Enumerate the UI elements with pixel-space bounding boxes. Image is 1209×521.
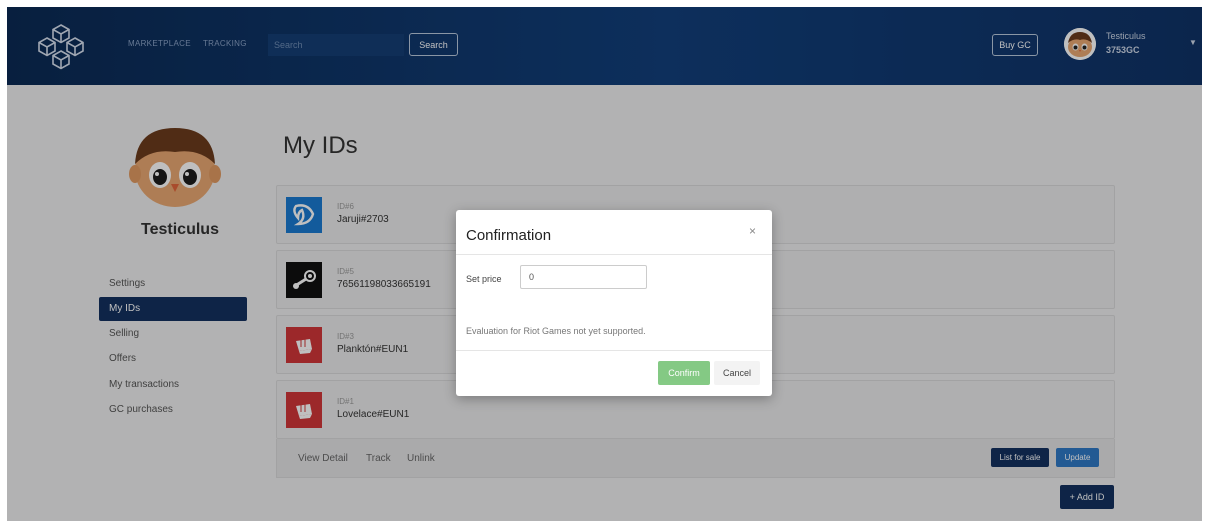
set-price-label: Set price xyxy=(466,274,502,284)
evaluation-message: Evaluation for Riot Games not yet suppor… xyxy=(466,326,646,336)
confirmation-modal: Confirmation × Set price Evaluation for … xyxy=(456,210,772,396)
confirm-button[interactable]: Confirm xyxy=(658,361,710,385)
app-window: MARKETPLACE TRACKING Search Buy GC Testi… xyxy=(7,7,1202,521)
price-input[interactable] xyxy=(520,265,647,289)
modal-footer-divider xyxy=(456,350,772,351)
cancel-button[interactable]: Cancel xyxy=(714,361,760,385)
modal-title: Confirmation xyxy=(466,227,552,244)
modal-header-divider xyxy=(456,254,772,255)
close-icon[interactable]: × xyxy=(749,224,756,238)
